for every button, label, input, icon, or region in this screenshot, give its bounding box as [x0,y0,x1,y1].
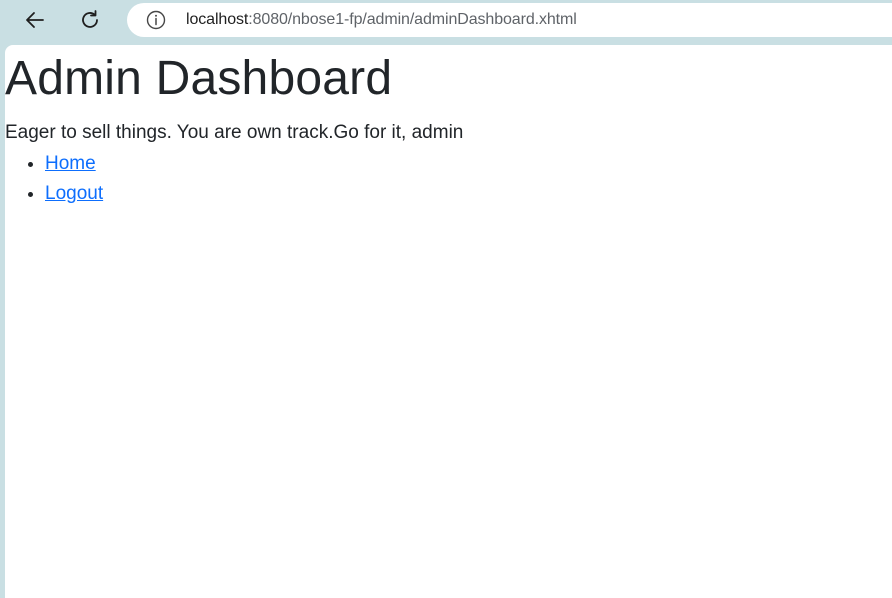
back-arrow-icon [23,8,47,32]
page-title: Admin Dashboard [5,52,393,105]
info-icon[interactable] [146,10,166,30]
url-host: localhost [186,11,249,28]
browser-toolbar: localhost:8080/nbose1-fp/admin/adminDash… [0,0,892,44]
list-item: Logout [45,179,103,209]
url-text[interactable]: localhost:8080/nbose1-fp/admin/adminDash… [186,11,577,29]
url-path: :8080/nbose1-fp/admin/adminDashboard.xht… [248,11,577,28]
browser-window: localhost:8080/nbose1-fp/admin/adminDash… [0,0,892,598]
tagline: Eager to sell things. You are own track.… [5,122,464,143]
logout-link[interactable]: Logout [45,183,103,204]
address-bar[interactable]: localhost:8080/nbose1-fp/admin/adminDash… [127,3,892,37]
list-item: Home [45,149,103,179]
home-link[interactable]: Home [45,153,96,174]
page-viewport: Admin Dashboard Eager to sell things. Yo… [5,45,892,598]
reload-icon [78,8,102,32]
nav-list: Home Logout [5,149,103,209]
back-button[interactable] [19,4,51,36]
reload-button[interactable] [74,4,106,36]
